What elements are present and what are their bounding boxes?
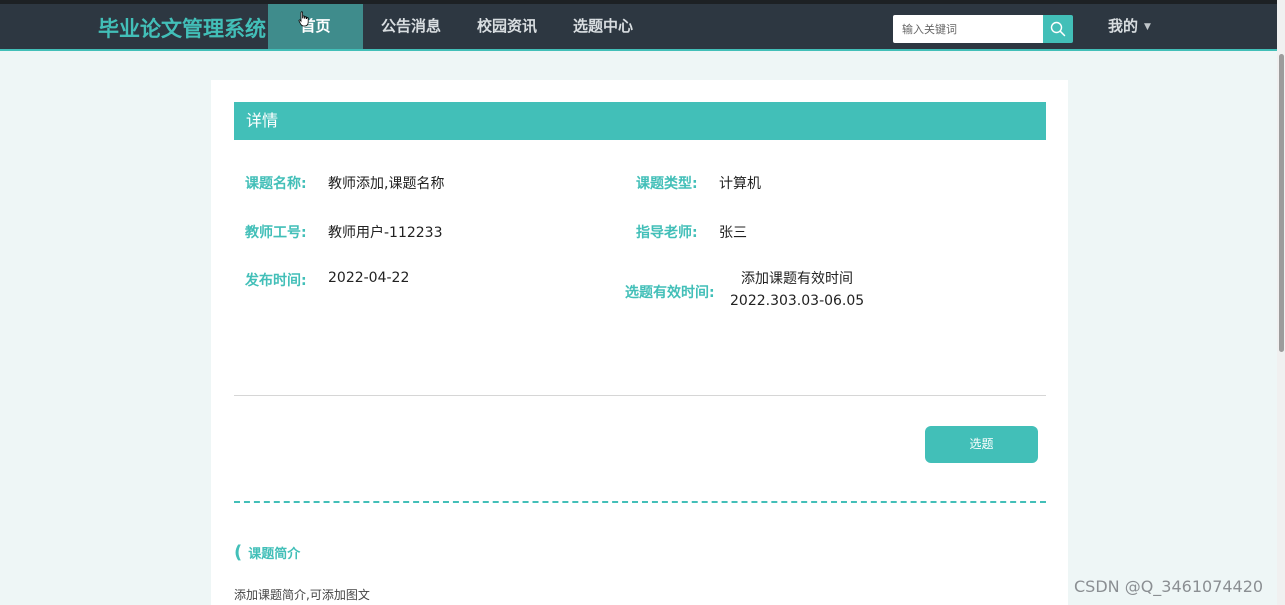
valid-time-value-line1: 添加课题有效时间 (741, 271, 853, 287)
intro-section-title: ( 课题简介 (234, 543, 300, 562)
topic-type-value: 计算机 (719, 176, 761, 192)
publish-time-label: 发布时间: (245, 273, 307, 289)
bracket-icon: ( (234, 541, 243, 563)
dashed-divider (234, 501, 1046, 503)
valid-time-value-line2: 2022.303.03-06.05 (730, 293, 865, 309)
topic-name-label: 课题名称: (245, 176, 307, 192)
publish-time-value: 2022-04-22 (328, 270, 410, 286)
hand-cursor-icon (298, 11, 309, 27)
mine-label: 我的 (1108, 17, 1139, 35)
nav-item-topic-center[interactable]: 选题中心 (555, 4, 651, 49)
divider (234, 395, 1046, 396)
brand-title: 毕业论文管理系统 (98, 17, 266, 41)
teacher-id-label: 教师工号: (245, 225, 307, 241)
detail-panel: 详情 课题名称: 教师添加,课题名称 课题类型: 计算机 教师工号: 教师用户-… (211, 80, 1068, 605)
watermark: CSDN @Q_3461074420 (1074, 577, 1264, 596)
teacher-id-value: 教师用户-112233 (328, 225, 443, 241)
topic-type-label: 课题类型: (636, 176, 698, 192)
advisor-value: 张三 (719, 225, 747, 241)
valid-time-label: 选题有效时间: (625, 285, 715, 301)
navbar: 毕业论文管理系统 首页 公告消息 校园资讯 选题中心 我的 ▼ (0, 4, 1277, 51)
intro-text: 添加课题简介,可添加图文 (234, 588, 370, 602)
intro-title-text: 课题简介 (248, 547, 301, 562)
nav-item-announcements[interactable]: 公告消息 (363, 4, 459, 49)
advisor-label: 指导老师: (636, 225, 698, 241)
detail-header: 详情 (234, 102, 1046, 140)
caret-down-icon: ▼ (1144, 22, 1151, 32)
search-icon (1050, 21, 1066, 37)
nav-item-campus-news[interactable]: 校园资讯 (459, 4, 555, 49)
scrollbar-thumb[interactable] (1279, 54, 1284, 352)
select-topic-button[interactable]: 选题 (925, 426, 1038, 463)
topic-name-value: 教师添加,课题名称 (328, 176, 445, 192)
mine-menu[interactable]: 我的 ▼ (1108, 4, 1151, 49)
search-input[interactable] (893, 15, 1043, 43)
search-button[interactable] (1043, 15, 1073, 43)
valid-time-value: 添加课题有效时间 2022.303.03-06.05 (730, 268, 864, 312)
nav-item-home[interactable]: 首页 (268, 4, 363, 49)
